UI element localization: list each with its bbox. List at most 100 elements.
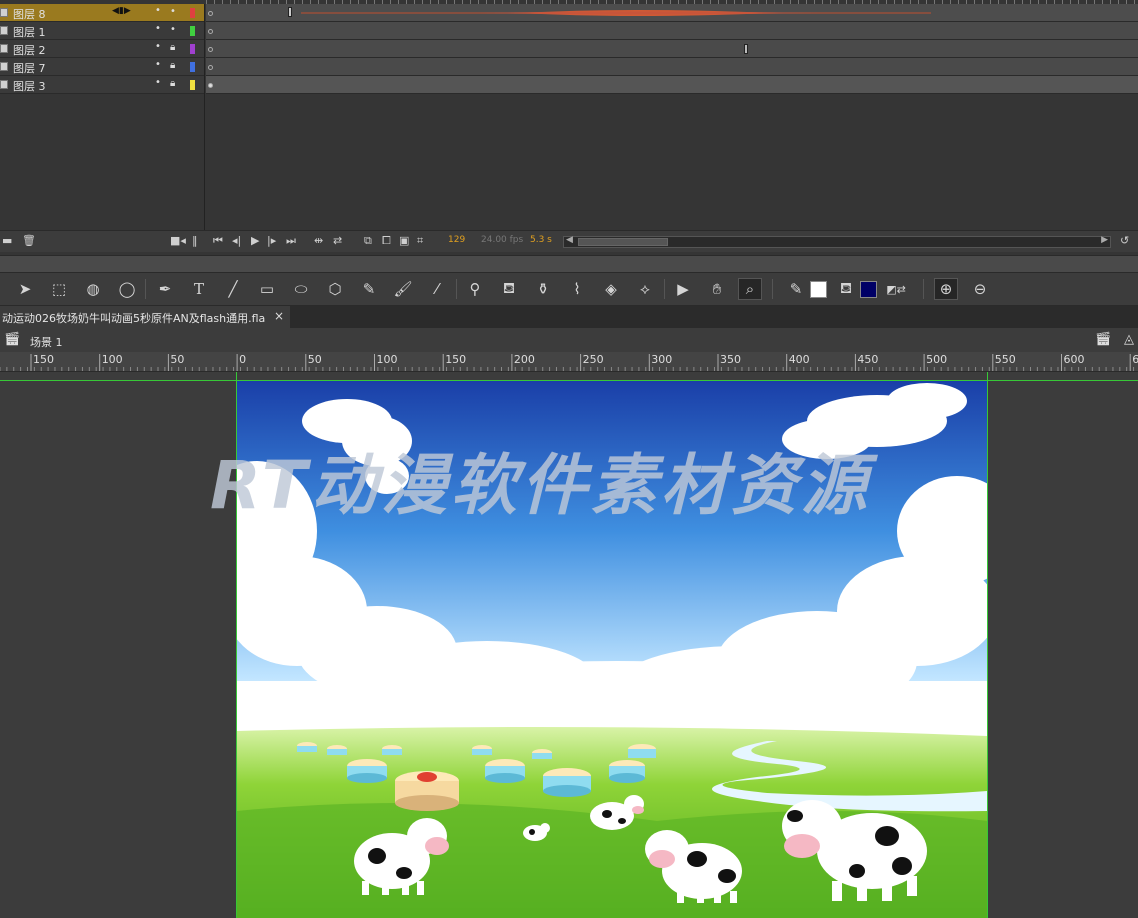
scroll-right-icon[interactable]: ▶ (1101, 235, 1108, 245)
eyedropper-tool-icon[interactable]: ⌇ (565, 278, 589, 300)
pause-icon[interactable]: ‖ (192, 234, 198, 247)
stroke-color-icon[interactable]: ✎ (784, 278, 808, 300)
keyframe[interactable] (208, 29, 213, 34)
layer-name[interactable]: 图层 7 (13, 60, 46, 76)
hand-tool-icon[interactable]: ✋︎ (705, 278, 729, 300)
keyframe[interactable] (208, 11, 213, 16)
new-folder-icon[interactable]: ▬ (2, 234, 12, 247)
edit-multiple-icon[interactable]: ▣ (399, 234, 409, 247)
layer-color-swatch[interactable] (190, 80, 195, 90)
layer-row-3[interactable]: 图层 3 • 🔒︎ (0, 76, 204, 94)
lock-dot-icon[interactable]: • (170, 24, 176, 35)
eye-dot-icon[interactable]: • (155, 41, 161, 52)
elapsed-time[interactable]: 5.3 s (530, 235, 552, 245)
stroke-color-swatch[interactable] (810, 281, 827, 298)
go-to-start-icon[interactable]: ⏮︎ (213, 234, 223, 248)
timeline-scrollbar[interactable]: ◀ ▶ (563, 235, 1111, 248)
layer-nav-arrows-icon[interactable]: ◀▮▶ (112, 6, 131, 16)
polystar-tool-icon[interactable]: ⬡ (323, 278, 347, 300)
edit-scene-icon[interactable]: 🎬︎ (1095, 332, 1112, 347)
eye-dot-icon[interactable]: • (155, 5, 161, 16)
pencil-tool-icon[interactable]: ✎ (357, 278, 381, 300)
frame-row[interactable] (206, 22, 1138, 40)
keyframe[interactable] (208, 65, 213, 70)
close-icon[interactable]: × (274, 309, 284, 323)
lock-icon[interactable]: 🔒︎ (170, 78, 175, 89)
frame-row[interactable] (206, 76, 1138, 94)
frame-row[interactable] (206, 4, 1138, 22)
layer-color-swatch[interactable] (190, 26, 195, 36)
line-tool-icon[interactable]: ╱ (221, 278, 245, 300)
paint-brush-tool-icon[interactable]: ⁄ (425, 278, 449, 300)
scene-name[interactable]: 场景 1 (30, 334, 63, 350)
frame-rate[interactable]: 24.00 fps (481, 235, 523, 245)
layer-color-swatch[interactable] (190, 8, 195, 18)
current-frame[interactable]: 129 (448, 235, 465, 245)
width-tool-icon[interactable]: ⟡ (633, 278, 657, 300)
rectangle-tool-icon[interactable]: ▭ (255, 278, 279, 300)
step-back-icon[interactable]: ◂| (232, 234, 241, 247)
eye-dot-icon[interactable]: • (155, 59, 161, 70)
layer-row-8[interactable]: 图层 8 ◀▮▶ • • (0, 4, 204, 22)
layer-name[interactable]: 图层 3 (13, 78, 46, 94)
lock-icon[interactable]: 🔒︎ (170, 60, 175, 71)
center-frame-icon[interactable]: ⇹ (314, 234, 323, 247)
scroll-thumb[interactable] (578, 238, 668, 246)
keyframe[interactable] (208, 47, 213, 52)
layer-color-swatch[interactable] (190, 44, 195, 54)
layer-name[interactable]: 图层 2 (13, 42, 46, 58)
pen-tool-icon[interactable]: ✒ (153, 278, 177, 300)
step-forward-icon[interactable]: |▸ (267, 234, 276, 247)
eye-dot-icon[interactable]: • (155, 23, 161, 34)
document-tab[interactable]: 动运动026牧场奶牛叫动画5秒原件AN及flash通用.fla (0, 306, 290, 328)
keyframe[interactable] (208, 83, 213, 88)
camera-tool-icon[interactable]: ▶ (671, 278, 695, 300)
frame-row[interactable] (206, 40, 1138, 58)
eraser-tool-icon[interactable]: ◈ (599, 278, 623, 300)
guide-line-right[interactable] (987, 372, 988, 918)
edit-symbol-icon[interactable]: ◬ (1124, 332, 1134, 347)
go-to-end-icon[interactable]: ⏭︎ (286, 234, 296, 248)
layer-row-7[interactable]: 图层 7 • 🔒︎ (0, 58, 204, 76)
text-tool-icon[interactable]: T (187, 278, 211, 300)
modify-markers-icon[interactable]: ⌗ (417, 234, 423, 248)
swap-colors-icon[interactable]: ◩⇄ (884, 278, 908, 300)
selection-tool-icon[interactable]: ➤ (13, 278, 37, 300)
trash-icon[interactable]: 🗑︎ (22, 234, 36, 247)
keyframe-marker[interactable] (744, 44, 748, 54)
horizontal-ruler[interactable]: 150 100 50 0 50 100 150 200 250 300 350 400 450 500 55… (0, 352, 1138, 372)
free-transform-tool-icon[interactable]: ⬚ (47, 278, 71, 300)
frame-row[interactable] (206, 58, 1138, 76)
refresh-icon[interactable]: ↺ (1120, 234, 1129, 247)
lasso-tool-icon[interactable]: ◯ (115, 278, 139, 300)
layer-row-1[interactable]: 图层 1 • • (0, 22, 204, 40)
layer-color-swatch[interactable] (190, 62, 195, 72)
loop-icon[interactable]: ⇄ (333, 234, 342, 247)
onion-outline-icon[interactable]: ⧠ (382, 234, 391, 248)
camera-icon[interactable]: ■◂ (170, 234, 186, 247)
zoom-out-icon[interactable]: ⊖ (968, 278, 992, 300)
fill-color-icon[interactable]: ⛾ (834, 278, 858, 300)
keyframe-marker[interactable] (288, 7, 292, 17)
layer-name[interactable]: 图层 8 (13, 6, 46, 22)
lock-icon[interactable]: 🔒︎ (170, 42, 175, 53)
3d-rotation-tool-icon[interactable]: ◍ (81, 278, 105, 300)
paint-bucket-tool-icon[interactable]: ⛾ (497, 278, 521, 300)
ink-bottle-tool-icon[interactable]: ⚱ (531, 278, 555, 300)
lock-dot-icon[interactable]: • (170, 6, 176, 17)
play-icon[interactable]: ▶ (251, 234, 259, 247)
clapperboard-icon[interactable]: 🎬︎ (4, 332, 21, 347)
onion-skin-icon[interactable]: ⧉ (364, 234, 372, 248)
brush-tool-icon[interactable]: 🖌︎ (391, 278, 415, 300)
zoom-tool-icon[interactable]: ⌕ (738, 278, 762, 300)
layer-row-2[interactable]: 图层 2 • 🔒︎ (0, 40, 204, 58)
oval-tool-icon[interactable]: ⬭ (289, 278, 313, 300)
bone-tool-icon[interactable]: ⚲ (463, 278, 487, 300)
panel-divider[interactable] (0, 255, 1138, 273)
frames-area[interactable] (206, 4, 1138, 230)
fill-color-swatch[interactable] (860, 281, 877, 298)
eye-dot-icon[interactable]: • (155, 77, 161, 88)
zoom-in-icon[interactable]: ⊕ (934, 278, 958, 300)
layer-name[interactable]: 图层 1 (13, 24, 46, 40)
scroll-left-icon[interactable]: ◀ (566, 235, 573, 245)
